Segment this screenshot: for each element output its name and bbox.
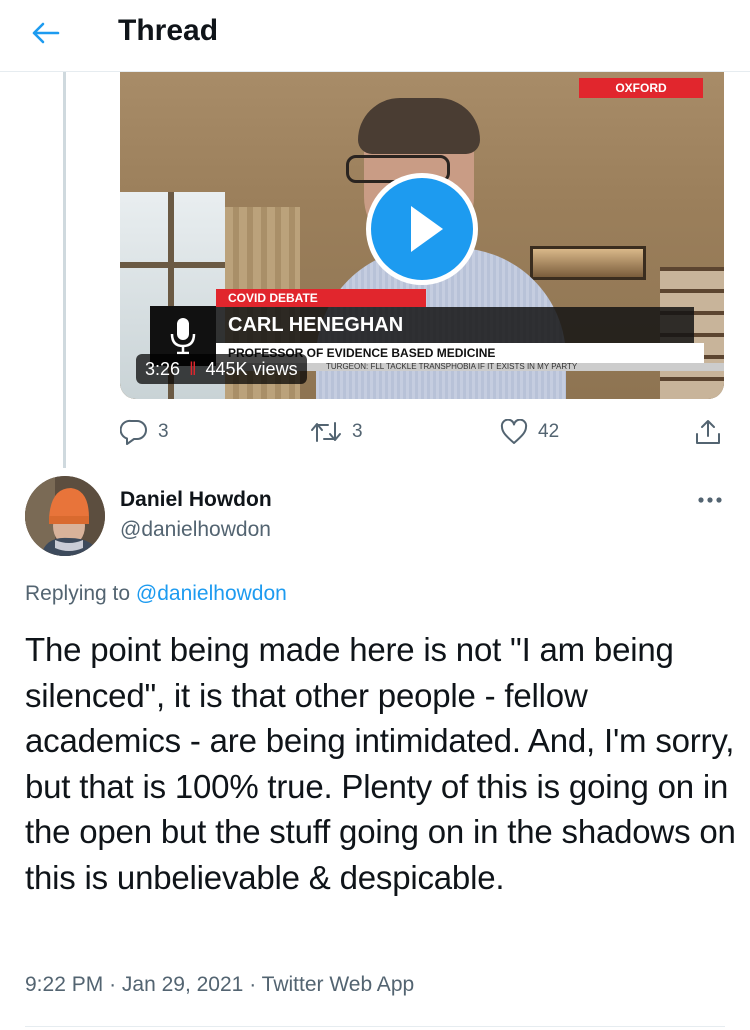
page-title: Thread bbox=[118, 14, 219, 47]
meta-separator: · bbox=[109, 973, 117, 996]
location-badge: OXFORD bbox=[579, 78, 703, 98]
lower-third-name: CARL HENEGHAN bbox=[216, 307, 694, 343]
video-views: 445K views bbox=[205, 359, 298, 379]
like-button[interactable]: 42 bbox=[500, 410, 559, 454]
tweet-time[interactable]: 9:22 PM bbox=[25, 973, 103, 996]
arrow-left-icon bbox=[32, 22, 60, 44]
reply-icon bbox=[120, 419, 147, 445]
tweet-actions: 3 3 42 bbox=[118, 410, 730, 454]
avatar[interactable] bbox=[25, 476, 105, 556]
video-duration: 3:26 bbox=[145, 359, 181, 379]
like-count: 42 bbox=[538, 421, 560, 442]
tweet-meta: 9:22 PM · Jan 29, 2021 · Twitter Web App bbox=[25, 973, 414, 997]
microphone-icon bbox=[170, 318, 196, 355]
retweet-count: 3 bbox=[352, 421, 363, 442]
retweet-icon bbox=[311, 422, 341, 442]
more-icon bbox=[698, 497, 722, 503]
author-name[interactable]: Daniel Howdon bbox=[120, 488, 272, 512]
avatar-photo bbox=[25, 476, 105, 556]
replying-prefix: Replying to bbox=[25, 582, 131, 605]
more-button[interactable] bbox=[690, 486, 730, 514]
share-button[interactable] bbox=[694, 410, 722, 454]
divider-glyph: ‖ bbox=[189, 359, 197, 379]
video-frame-speaker-hair bbox=[358, 98, 480, 154]
meta-separator: · bbox=[249, 973, 257, 996]
replying-to: Replying to @danielhowdon bbox=[25, 582, 287, 606]
back-button[interactable] bbox=[30, 18, 70, 48]
thread-connector-line bbox=[63, 72, 66, 468]
tweet-date[interactable]: Jan 29, 2021 bbox=[122, 973, 243, 996]
divider bbox=[25, 1026, 725, 1027]
video-stats-badge: 3:26 ‖ 445K views bbox=[136, 354, 307, 384]
video-player[interactable]: OXFORD COVID DEBATE CARL HENEGHAN PROFES… bbox=[120, 72, 724, 399]
tweet-text: The point being made here is not "I am b… bbox=[25, 631, 736, 896]
video-frame-painting bbox=[530, 246, 646, 280]
lower-third-topic: COVID DEBATE bbox=[216, 289, 426, 307]
reply-button[interactable]: 3 bbox=[120, 410, 169, 454]
author-handle[interactable]: @danielhowdon bbox=[120, 518, 271, 542]
top-bar: Thread bbox=[0, 0, 750, 72]
retweet-button[interactable]: 3 bbox=[310, 410, 363, 454]
share-icon bbox=[696, 420, 720, 444]
play-button[interactable] bbox=[366, 173, 478, 285]
tweet-source-link[interactable]: Twitter Web App bbox=[262, 973, 415, 996]
reply-count: 3 bbox=[158, 421, 169, 442]
heart-icon bbox=[500, 419, 528, 444]
replying-mention-link[interactable]: @danielhowdon bbox=[136, 582, 287, 605]
play-icon bbox=[411, 206, 443, 252]
